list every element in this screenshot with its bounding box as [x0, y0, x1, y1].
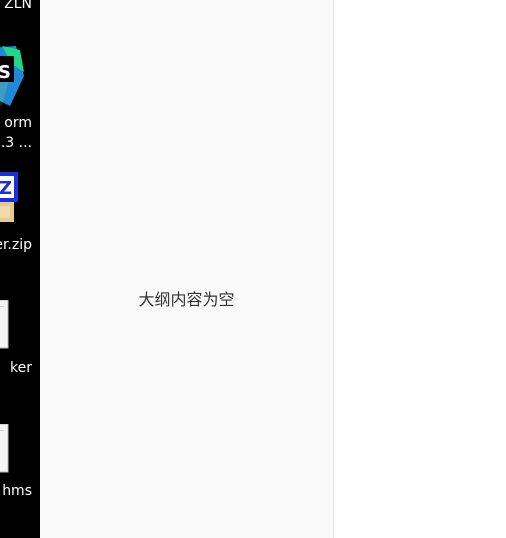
desktop-item-label[interactable]: ker: [10, 358, 32, 378]
editor-area[interactable]: [334, 0, 506, 538]
outline-panel: 大纲内容为空: [40, 0, 334, 538]
file-icon[interactable]: [0, 423, 10, 474]
file-icon[interactable]: [0, 299, 10, 350]
desktop-item-label[interactable]: .3 ...: [1, 133, 32, 153]
desktop-item-label[interactable]: hms: [2, 481, 32, 501]
svg-text:Z: Z: [0, 178, 12, 199]
svg-text:S: S: [0, 62, 11, 83]
webstorm-icon[interactable]: S: [0, 46, 24, 106]
zip-archive-icon[interactable]: Z: [0, 172, 22, 224]
outline-empty-message: 大纲内容为空: [138, 290, 235, 309]
desktop-item-label[interactable]: ZLN: [4, 0, 32, 14]
desktop-strip: ZLN S orm .3 ... Z er.zip ker: [0, 0, 40, 538]
desktop-item-label[interactable]: er.zip: [0, 235, 32, 255]
desktop-item-label[interactable]: orm: [4, 113, 32, 133]
